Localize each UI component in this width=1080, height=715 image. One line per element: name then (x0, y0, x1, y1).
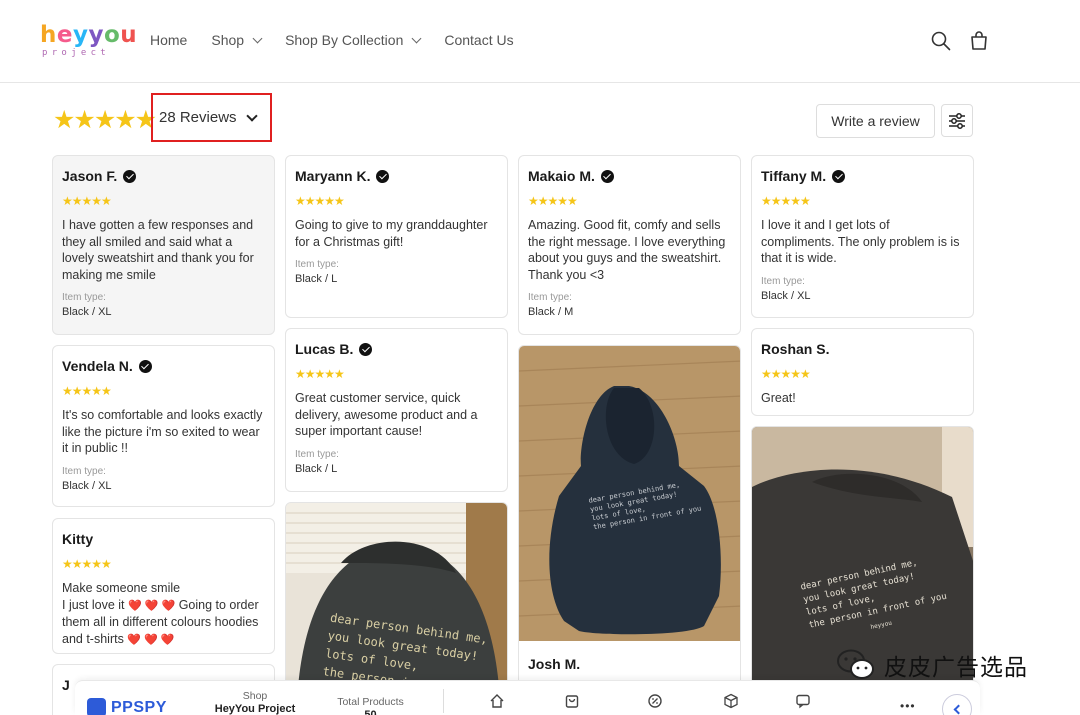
review-card: Roshan S. ★★★★★ Great! (751, 328, 974, 416)
reviewer-name: Tiffany M. (761, 168, 827, 184)
chevron-left-icon (953, 704, 964, 714)
review-body: Great customer service, quick delivery, … (295, 391, 478, 438)
review-stars: ★★★★★ (761, 194, 811, 208)
review-card: Vendela N. ★★★★★ It's so comfortable and… (52, 345, 275, 507)
item-type-label: Item type: (528, 292, 572, 303)
watermark-text: 皮皮广告选品 (884, 655, 1028, 681)
reviewer-name: Jason F. (62, 168, 118, 184)
item-type-value: Black / XL (62, 306, 112, 318)
review-photo-card: dear person behind me, you look great to… (518, 345, 741, 715)
verified-check-icon (376, 169, 390, 183)
reviewer-name: Lucas B. (295, 341, 354, 357)
item-type-value: Black / XL (761, 289, 811, 302)
chevron-down-icon (252, 33, 263, 43)
review-stars: ★★★★★ (761, 367, 811, 381)
review-body: I have gotten a few responses and they a… (62, 218, 254, 282)
reviewer-name: J (62, 677, 70, 693)
nav-home[interactable]: Home (150, 32, 187, 48)
review-body: Amazing. Good fit, comfy and sells the r… (528, 218, 726, 282)
item-type-label: Item type: (62, 465, 106, 477)
review-card: Tiffany M. ★★★★★ I love it and I get lot… (751, 155, 974, 318)
reviewer-name: Makaio M. (528, 168, 595, 184)
site-header: heyyou project Home Shop Shop By Collect… (0, 0, 1080, 83)
nav-shop-by-collection[interactable]: Shop By Collection (285, 32, 422, 48)
verified-check-icon (359, 342, 373, 356)
heart-emoji: ❤️ ❤️ ❤️ (128, 599, 176, 612)
review-body: It's so comfortable and looks exactly li… (62, 408, 263, 455)
item-type-value: Black / XL (62, 479, 112, 492)
heart-emoji: ❤️ ❤️ ❤️ (127, 633, 175, 646)
chevron-down-icon (411, 33, 422, 43)
ppspy-extension-bar: PPSPY Shop HeyYou Project Total Products… (75, 680, 980, 715)
review-card: Lucas B. ★★★★★ Great customer service, q… (285, 328, 508, 492)
verified-check-icon (123, 169, 137, 183)
divider (443, 689, 444, 713)
item-type-label: Item type: (62, 292, 106, 303)
more-icon[interactable]: ••• (900, 699, 916, 713)
filter-button[interactable] (941, 104, 973, 137)
review-card: Kitty ★★★★★ Make someone smile I just lo… (52, 518, 275, 654)
verified-check-icon (600, 169, 614, 183)
chat-icon[interactable] (795, 693, 811, 709)
collapse-button[interactable] (942, 694, 972, 715)
verified-check-icon (138, 359, 152, 373)
review-body: Great! (761, 391, 796, 405)
logo-wordmark: heyyou (40, 22, 138, 48)
review-stars: ★★★★★ (62, 384, 112, 398)
item-type-value: Black / M (528, 306, 574, 318)
wechat-icon (837, 649, 874, 679)
review-stars: ★★★★★ (62, 194, 112, 208)
reviews-summary: ★★★★★ 28 Reviews Write a review (53, 93, 973, 142)
review-stars: ★★★★★ (295, 367, 345, 381)
logo-subtitle: project (42, 48, 111, 58)
nav-shop[interactable]: Shop (211, 32, 263, 48)
ppspy-mark-icon (87, 698, 106, 715)
total-products-info: Total Products 50 (337, 696, 404, 715)
search-icon[interactable] (930, 30, 952, 52)
item-type-label: Item type: (761, 275, 805, 287)
review-card: Jason F. ★★★★★ I have gotten a few respo… (52, 155, 275, 335)
box-icon[interactable] (723, 693, 739, 709)
brand-logo[interactable]: heyyou project (40, 22, 137, 62)
review-stars: ★★★★★ (528, 194, 578, 208)
discount-icon[interactable] (647, 693, 663, 709)
review-body: Make someone smile I just love it ❤️ ❤️ … (62, 581, 259, 646)
verified-check-icon (832, 169, 846, 183)
nav-contact-us[interactable]: Contact Us (444, 32, 513, 48)
shop-info: Shop HeyYou Project (214, 690, 296, 715)
review-body: Going to give to my granddaughter for a … (295, 218, 488, 249)
review-stars: ★★★★★ (295, 194, 345, 208)
reviewer-name: Roshan S. (761, 341, 830, 357)
item-type-label: Item type: (295, 259, 339, 270)
item-type-value: Black / L (295, 462, 338, 475)
reviewer-name: Josh M. (528, 656, 581, 672)
review-card: Maryann K. ★★★★★ Going to give to my gra… (285, 155, 508, 318)
reviewer-name: Vendela N. (62, 358, 133, 374)
cart-icon[interactable] (968, 30, 990, 52)
ppspy-logo[interactable]: PPSPY (87, 698, 167, 715)
main-nav: Home Shop Shop By Collection Contact Us (150, 32, 538, 48)
reviewer-name: Maryann K. (295, 168, 371, 184)
reviewer-name: Kitty (62, 531, 94, 547)
item-type-label: Item type: (295, 448, 339, 460)
home-icon[interactable] (489, 693, 505, 709)
review-stars: ★★★★★ (62, 557, 112, 571)
review-card: Makaio M. ★★★★★ Amazing. Good fit, comfy… (518, 155, 741, 335)
reviews-count-label: 28 Reviews (159, 109, 237, 126)
item-type-value: Black / L (295, 273, 338, 285)
average-rating-stars: ★★★★★ (53, 106, 157, 134)
wechat-watermark: 皮皮广告选品 (836, 648, 1028, 682)
sliders-icon (949, 112, 965, 129)
review-body: I love it and I get lots of compliments.… (761, 218, 960, 265)
reviews-count-dropdown[interactable]: 28 Reviews (151, 93, 272, 142)
write-review-button[interactable]: Write a review (816, 104, 935, 138)
chevron-down-icon (245, 109, 258, 122)
review-photo[interactable]: dear person behind me, you look great to… (519, 346, 741, 641)
bag-icon[interactable] (564, 693, 580, 709)
